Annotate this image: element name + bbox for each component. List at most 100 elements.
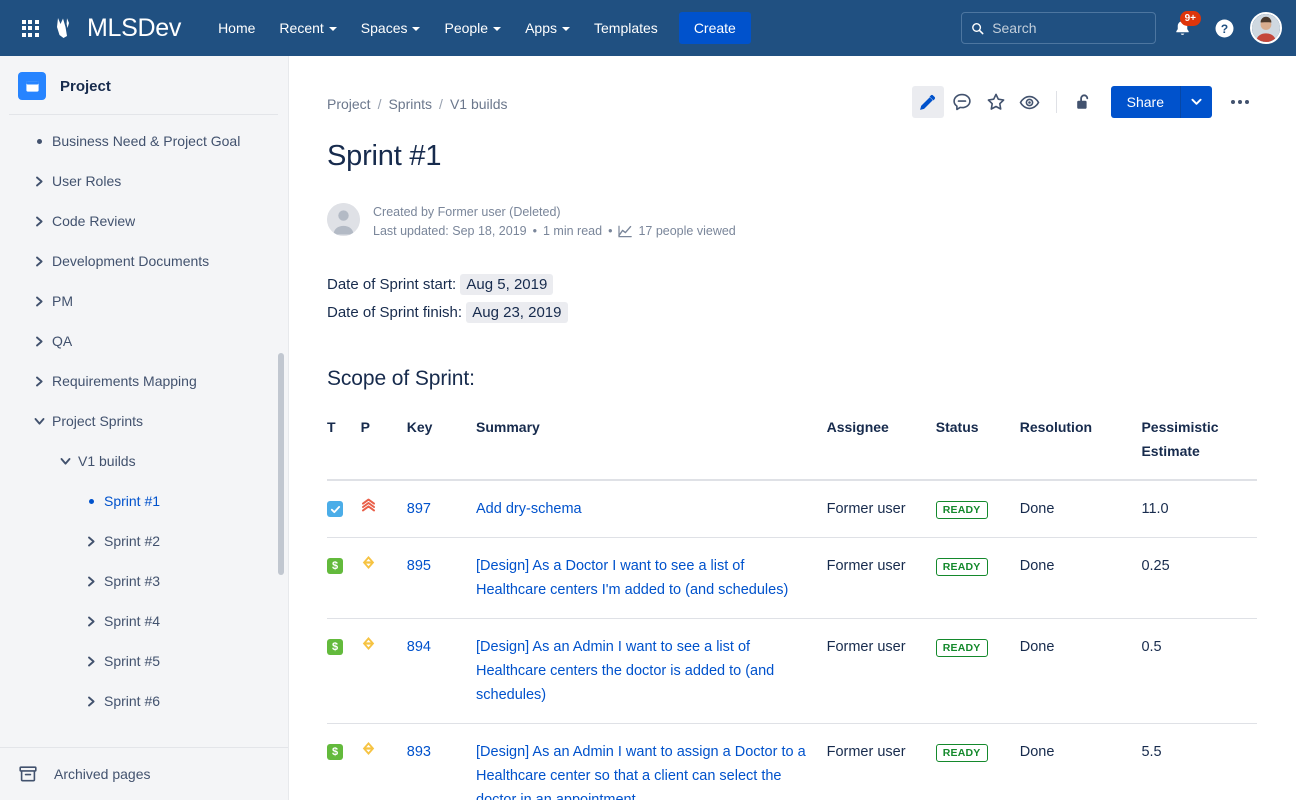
nav-item-label: Templates [594, 20, 658, 36]
brand-logo[interactable]: MLSDev [54, 14, 181, 43]
chevron-right-icon[interactable] [78, 656, 104, 667]
issue-key-link[interactable]: 893 [407, 744, 431, 760]
sprint-finish-row: Date of Sprint finish: Aug 23, 2019 [327, 299, 1256, 327]
sidebar-item-code-review[interactable]: Code Review [0, 201, 288, 241]
sidebar-item-qa[interactable]: QA [0, 321, 288, 361]
main-nav-links: Home Recent Spaces People Apps Templates [207, 13, 669, 43]
table-row: $ 895 [Design] As a Doctor I want to se [327, 538, 1257, 619]
cell-estimate: 0.25 [1141, 538, 1257, 619]
avatar-photo-icon [1252, 14, 1280, 42]
notification-badge: 9+ [1180, 11, 1201, 26]
sidebar-item-label: Code Review [52, 213, 135, 229]
comment-button[interactable] [946, 86, 978, 118]
chevron-right-icon[interactable] [78, 536, 104, 547]
sidebar-item-project-sprints[interactable]: Project Sprints [0, 401, 288, 441]
chevron-right-icon[interactable] [26, 376, 52, 387]
issue-summary-link[interactable]: Add dry-schema [476, 501, 582, 517]
help-button[interactable]: ? [1208, 12, 1240, 44]
nav-item-spaces[interactable]: Spaces [350, 13, 432, 43]
chevron-right-icon[interactable] [26, 176, 52, 187]
restrictions-button[interactable] [1067, 86, 1099, 118]
sidebar-item-label: PM [52, 293, 73, 309]
sidebar-item-sprint-5[interactable]: Sprint #5 [0, 641, 288, 681]
breadcrumb-item-sprints[interactable]: Sprints [388, 96, 432, 112]
issue-summary-link[interactable]: [Design] As an Admin I want to see a lis… [476, 639, 774, 703]
issue-summary-link[interactable]: [Design] As an Admin I want to assign a … [476, 744, 806, 800]
breadcrumb-item-project[interactable]: Project [327, 96, 371, 112]
status-badge: READY [936, 501, 988, 519]
sidebar-item-sprint-1[interactable]: Sprint #1 [0, 481, 288, 521]
chevron-right-icon[interactable] [78, 616, 104, 627]
sidebar-item-user-roles[interactable]: User Roles [0, 161, 288, 201]
nav-item-templates[interactable]: Templates [583, 13, 669, 43]
sidebar-footer: Archived pages [0, 747, 288, 800]
default-user-icon [327, 203, 360, 236]
cell-type [327, 480, 361, 538]
star-icon [986, 92, 1006, 112]
nav-item-people[interactable]: People [433, 13, 512, 43]
page-byline: Created by Former user (Deleted) Last up… [327, 203, 1256, 241]
chevron-down-icon[interactable] [52, 457, 78, 466]
star-button[interactable] [980, 86, 1012, 118]
space-sidebar: Project Business Need & Project Goal Use… [0, 56, 289, 800]
create-button[interactable]: Create [679, 12, 751, 44]
sidebar-item-archived-pages[interactable]: Archived pages [0, 748, 288, 800]
sidebar-item-sprint-3[interactable]: Sprint #3 [0, 561, 288, 601]
nav-item-apps[interactable]: Apps [514, 13, 581, 43]
byline-text: Created by Former user (Deleted) Last up… [373, 203, 736, 241]
cell-estimate: 11.0 [1141, 480, 1257, 538]
notifications-button[interactable]: 9+ [1166, 12, 1198, 44]
issue-key-link[interactable]: 897 [407, 501, 431, 517]
sidebar-item-label: Sprint #1 [104, 493, 160, 509]
sidebar-item-pm[interactable]: PM [0, 281, 288, 321]
sidebar-item-business-need[interactable]: Business Need & Project Goal [0, 121, 288, 161]
sidebar-item-development-documents[interactable]: Development Documents [0, 241, 288, 281]
status-badge: READY [936, 744, 988, 762]
sidebar-scrollbar[interactable] [278, 353, 284, 575]
more-actions-button[interactable] [1224, 86, 1256, 118]
space-header[interactable]: Project [0, 56, 288, 114]
comment-icon [952, 92, 972, 112]
search-input[interactable] [992, 20, 1146, 36]
cell-status: READY [936, 724, 1020, 800]
chevron-right-icon[interactable] [26, 336, 52, 347]
issue-summary-link[interactable]: [Design] As a Doctor I want to see a lis… [476, 558, 788, 598]
author-avatar [327, 203, 360, 236]
story-icon: $ [327, 558, 343, 574]
cell-resolution: Done [1020, 480, 1142, 538]
chevron-down-icon[interactable] [26, 417, 52, 426]
chevron-right-icon[interactable] [26, 216, 52, 227]
views-text[interactable]: 17 people viewed [638, 222, 735, 241]
chevron-right-icon[interactable] [78, 576, 104, 587]
user-avatar[interactable] [1250, 12, 1282, 44]
issue-key-link[interactable]: 895 [407, 558, 431, 574]
sidebar-item-sprint-4[interactable]: Sprint #4 [0, 601, 288, 641]
breadcrumb-item-v1-builds[interactable]: V1 builds [450, 96, 508, 112]
chevron-right-icon[interactable] [78, 696, 104, 707]
search-box[interactable] [961, 12, 1156, 44]
top-navigation-bar: MLSDev Home Recent Spaces People Apps Te… [0, 0, 1296, 56]
sidebar-item-v1-builds[interactable]: V1 builds [0, 441, 288, 481]
priority-highest-icon [361, 498, 376, 513]
cell-summary: Add dry-schema [476, 480, 827, 538]
nav-item-recent[interactable]: Recent [268, 13, 347, 43]
share-dropdown-button[interactable] [1180, 86, 1212, 118]
chevron-right-icon[interactable] [26, 256, 52, 267]
chevron-right-icon[interactable] [26, 296, 52, 307]
sidebar-item-requirements-mapping[interactable]: Requirements Mapping [0, 361, 288, 401]
column-header-status: Status [936, 415, 1020, 480]
app-switcher-button[interactable] [16, 14, 44, 42]
sidebar-item-sprint-2[interactable]: Sprint #2 [0, 521, 288, 561]
priority-medium-icon [361, 741, 376, 756]
share-button[interactable]: Share [1111, 86, 1180, 118]
chevron-down-icon [562, 27, 570, 31]
nav-item-home[interactable]: Home [207, 13, 266, 43]
edit-button[interactable] [912, 86, 944, 118]
chevron-down-icon [1191, 98, 1202, 106]
issue-key-link[interactable]: 894 [407, 639, 431, 655]
cell-summary: [Design] As an Admin I want to assign a … [476, 724, 827, 800]
watch-button[interactable] [1014, 86, 1046, 118]
sidebar-item-sprint-6[interactable]: Sprint #6 [0, 681, 288, 721]
column-header-key: Key [407, 415, 476, 480]
sidebar-item-label: Business Need & Project Goal [52, 133, 240, 149]
